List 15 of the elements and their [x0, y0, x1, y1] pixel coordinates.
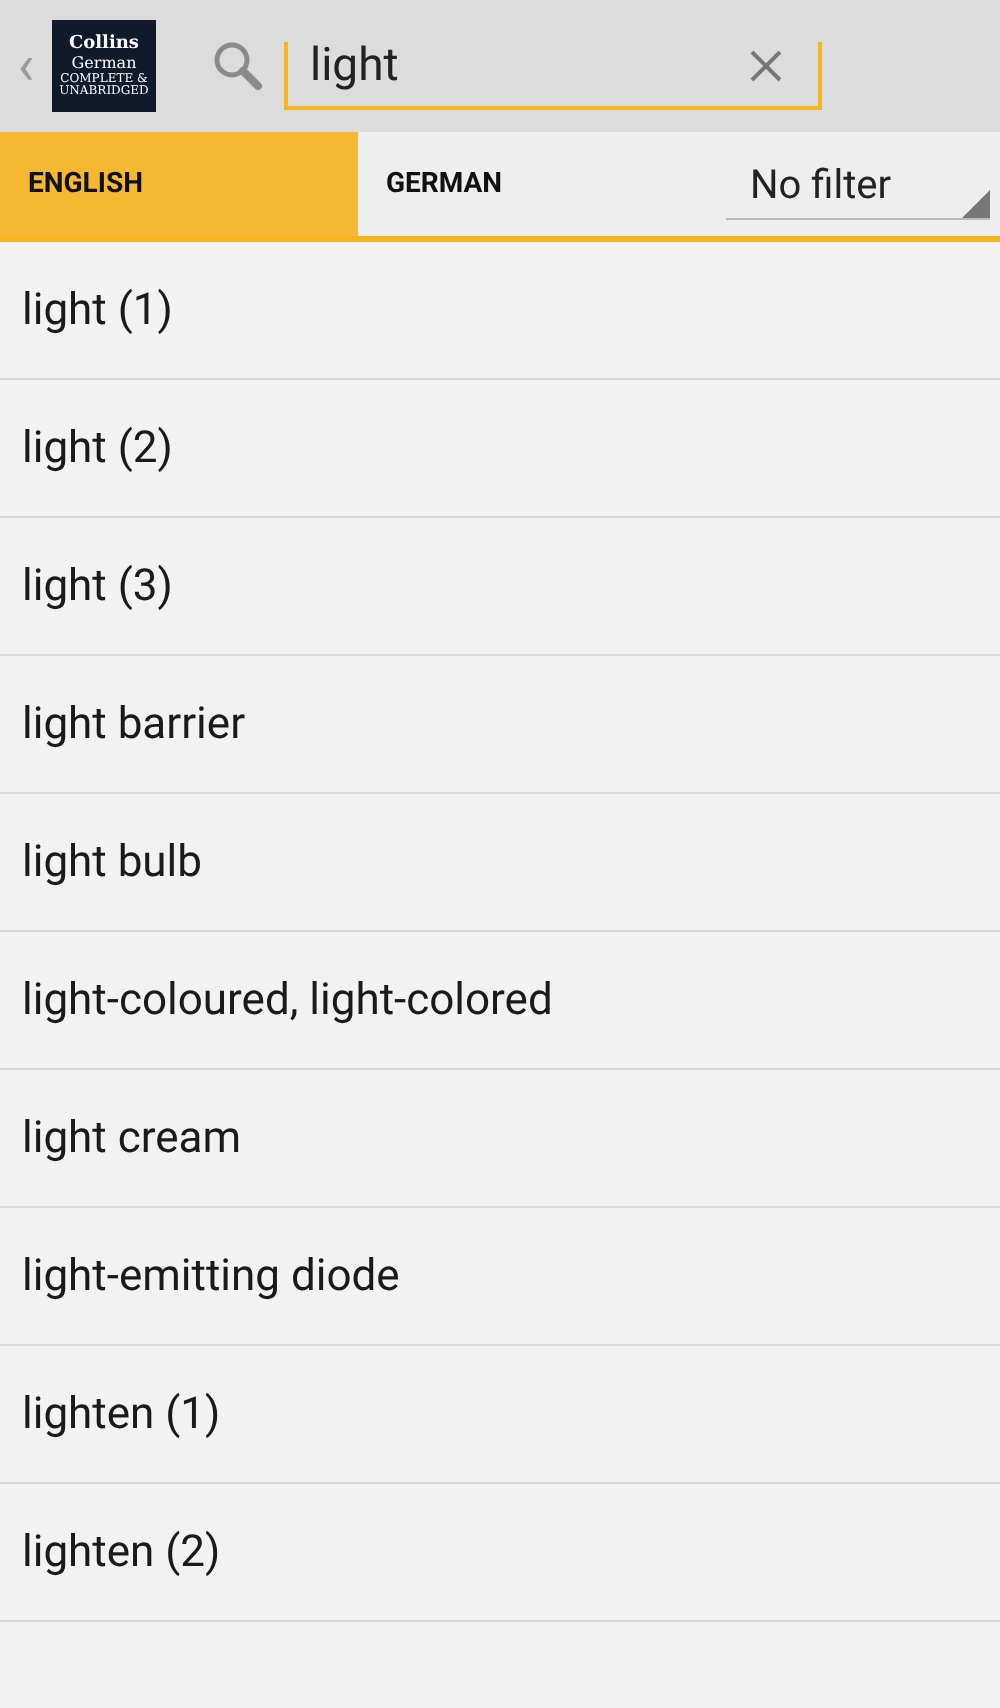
search-field[interactable]: light [284, 42, 822, 110]
logo-title: Collins [68, 34, 140, 54]
result-item[interactable]: lighten (2) [0, 1484, 1000, 1622]
filter-dropdown[interactable]: No filter [726, 148, 990, 220]
result-item[interactable]: light cream [0, 1070, 1000, 1208]
result-item[interactable]: light bulb [0, 794, 1000, 932]
language-tab[interactable]: ENGLISH [0, 132, 358, 236]
result-item[interactable]: light (1) [0, 242, 1000, 380]
logo-subtitle: German [71, 54, 137, 73]
result-item[interactable]: light-coloured, light-colored [0, 932, 1000, 1070]
result-item[interactable]: light (3) [0, 518, 1000, 656]
result-item[interactable]: lighten (1) [0, 1346, 1000, 1484]
result-item[interactable]: light (2) [0, 380, 1000, 518]
result-item[interactable]: light-emitting diode [0, 1208, 1000, 1346]
result-item[interactable]: light barrier [0, 656, 1000, 794]
